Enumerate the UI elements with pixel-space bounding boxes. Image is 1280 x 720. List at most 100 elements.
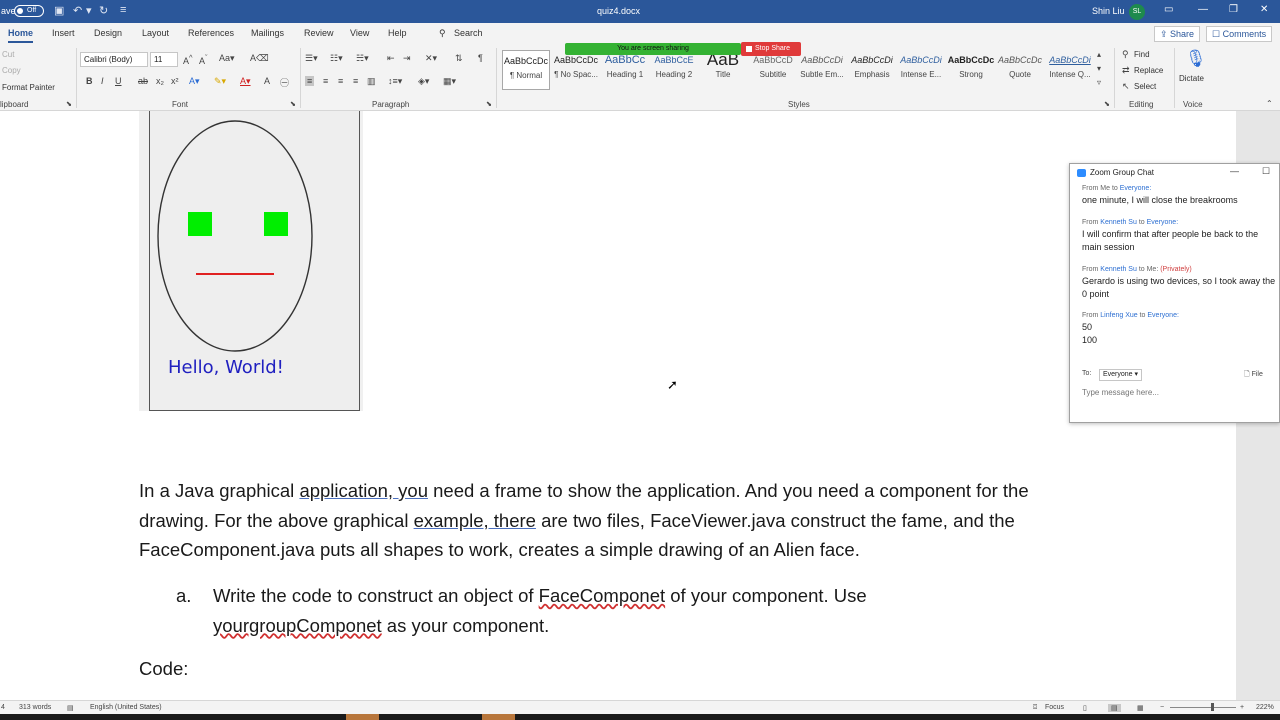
decrease-indent-icon[interactable]: ⇤ [387,53,395,64]
style-subtle-emphasis[interactable]: AaBbCcDi Subtle Em... [798,50,846,90]
clear-format-icon[interactable]: A⌫ [250,53,269,64]
user-name[interactable]: Shin Liu [1092,6,1125,16]
zoom-slider[interactable] [1170,707,1236,708]
line-spacing-icon[interactable]: ↕≡▾ [388,76,402,87]
justify-icon[interactable]: ≡ [353,76,358,86]
cut-button[interactable]: Cut [2,50,14,59]
close-icon[interactable]: ✕ [1260,4,1268,15]
tab-insert[interactable]: Insert [52,28,75,38]
align-left-icon[interactable]: ≡ [305,76,315,86]
show-marks-icon[interactable]: ¶ [478,53,483,63]
font-size-select[interactable]: 11 [150,52,178,67]
undo-icon[interactable]: ↶ [73,4,82,17]
clipboard-launcher-icon[interactable]: ⬊ [66,100,72,108]
zoom-out-icon[interactable]: − [1160,704,1164,711]
read-mode-icon[interactable]: ▯ [1083,704,1087,712]
italic-icon[interactable]: I [101,76,104,86]
asian-layout-icon[interactable]: ✕▾ [425,53,437,64]
dictate-button[interactable]: Dictate [1179,74,1204,83]
maximize-icon[interactable]: ❐ [1229,4,1238,15]
proofing-icon[interactable]: ▤ [67,704,74,712]
align-right-icon[interactable]: ≡ [338,76,343,86]
taskbar-app[interactable] [346,714,379,720]
enclose-char-icon[interactable]: ㊀ [280,76,289,89]
styles-scroll-up-icon[interactable]: ▴ [1097,50,1101,59]
copy-button[interactable]: Copy [2,66,21,75]
file-button[interactable]: 🗋 File [1244,370,1263,381]
chat-message-input[interactable] [1082,388,1272,397]
style-intense-quote[interactable]: AaBbCcDi Intense Q... [1046,50,1094,90]
style-strong[interactable]: AaBbCcDc Strong [947,50,995,90]
select-button[interactable]: Select [1134,82,1156,91]
shading-icon[interactable]: ◈▾ [418,76,429,87]
bullets-icon[interactable]: ☰▾ [305,53,318,64]
font-launcher-icon[interactable]: ⬊ [290,100,296,108]
distributed-icon[interactable]: ▥ [367,76,376,87]
font-color-icon[interactable]: A▾ [240,76,251,87]
search-label[interactable]: Search [454,28,483,38]
ribbon-display-icon[interactable]: ▭ [1164,4,1173,15]
style-heading-1[interactable]: AaBbCc Heading 1 [601,50,649,90]
sort-icon[interactable]: ⇅ [455,53,463,64]
avatar[interactable]: SL [1129,4,1145,20]
microphone-icon[interactable]: 🎙 [1185,49,1207,69]
shrink-font-icon[interactable]: Aˇ [199,53,208,66]
document-page[interactable]: Hello, World! In a Java graphical applic… [0,111,1236,700]
zoom-slider-thumb[interactable] [1211,703,1214,711]
change-case-icon[interactable]: Aa▾ [219,53,235,64]
language-indicator[interactable]: English (United States) [90,704,162,711]
styles-scroll-down-icon[interactable]: ▾ [1097,64,1101,73]
text-effects-icon[interactable]: A▾ [189,76,200,87]
stop-share-button[interactable]: Stop Share [741,42,801,56]
save-icon[interactable]: ▣ [54,4,64,17]
style-normal[interactable]: AaBbCcDc ¶ Normal [502,50,550,90]
style-emphasis[interactable]: AaBbCcDi Emphasis [848,50,896,90]
screen-share-banner[interactable]: You are screen sharing [565,43,741,55]
strikethrough-icon[interactable]: ab [138,76,148,86]
multilevel-list-icon[interactable]: ☵▾ [356,53,369,64]
highlight-icon[interactable]: ✎▾ [214,76,226,87]
recipient-select[interactable]: Everyone ▾ [1099,369,1143,381]
comments-button[interactable]: ☐ Comments [1206,26,1273,42]
customize-toolbar-icon[interactable]: ≡ [120,4,126,16]
zoom-level[interactable]: 222% [1256,704,1274,711]
replace-button[interactable]: Replace [1134,66,1163,75]
styles-more-icon[interactable]: ▿ [1097,78,1101,87]
style-quote[interactable]: AaBbCcDc Quote [996,50,1044,90]
superscript-icon[interactable]: x² [171,76,179,86]
numbering-icon[interactable]: ☷▾ [330,53,343,64]
tab-help[interactable]: Help [388,28,407,38]
chat-maximize-icon[interactable]: ☐ [1262,166,1270,177]
style-title[interactable]: AaB Title [699,50,747,90]
search-icon[interactable]: ⚲ [439,28,446,39]
subscript-icon[interactable]: x₂ [156,76,164,86]
tab-design[interactable]: Design [94,28,122,38]
char-shading-icon[interactable]: A [264,76,270,86]
taskbar-app[interactable] [482,714,515,720]
collapse-ribbon-icon[interactable]: ⌃ [1266,99,1273,108]
style-no-spacing[interactable]: AaBbCcDc ¶ No Spac... [552,50,600,90]
paragraph-launcher-icon[interactable]: ⬊ [486,100,492,108]
share-button[interactable]: ⇪ Share [1154,26,1201,42]
autosave-toggle[interactable]: Off [14,5,44,17]
style-heading-2[interactable]: AaBbCcE Heading 2 [650,50,698,90]
focus-button[interactable]: Focus [1045,704,1064,711]
zoom-in-icon[interactable]: + [1240,704,1244,711]
increase-indent-icon[interactable]: ⇥ [403,53,411,64]
tab-mailings[interactable]: Mailings [251,28,284,38]
bold-icon[interactable]: B [86,76,93,86]
underline-icon[interactable]: U [115,76,122,86]
tab-view[interactable]: View [350,28,369,38]
word-count[interactable]: 313 words [19,704,51,711]
tab-review[interactable]: Review [304,28,334,38]
web-layout-icon[interactable]: ▦ [1137,704,1144,712]
align-center-icon[interactable]: ≡ [323,76,328,86]
undo-dropdown-icon[interactable]: ▾ [86,4,92,17]
style-subtitle[interactable]: AaBbCcD Subtitle [749,50,797,90]
chat-minimize-icon[interactable]: — [1230,166,1239,176]
grow-font-icon[interactable]: A^ [183,53,193,66]
font-name-select[interactable]: Calibri (Body) [80,52,148,67]
redo-icon[interactable]: ↻ [99,4,108,17]
tab-references[interactable]: References [188,28,234,38]
borders-icon[interactable]: ▦▾ [443,76,456,87]
